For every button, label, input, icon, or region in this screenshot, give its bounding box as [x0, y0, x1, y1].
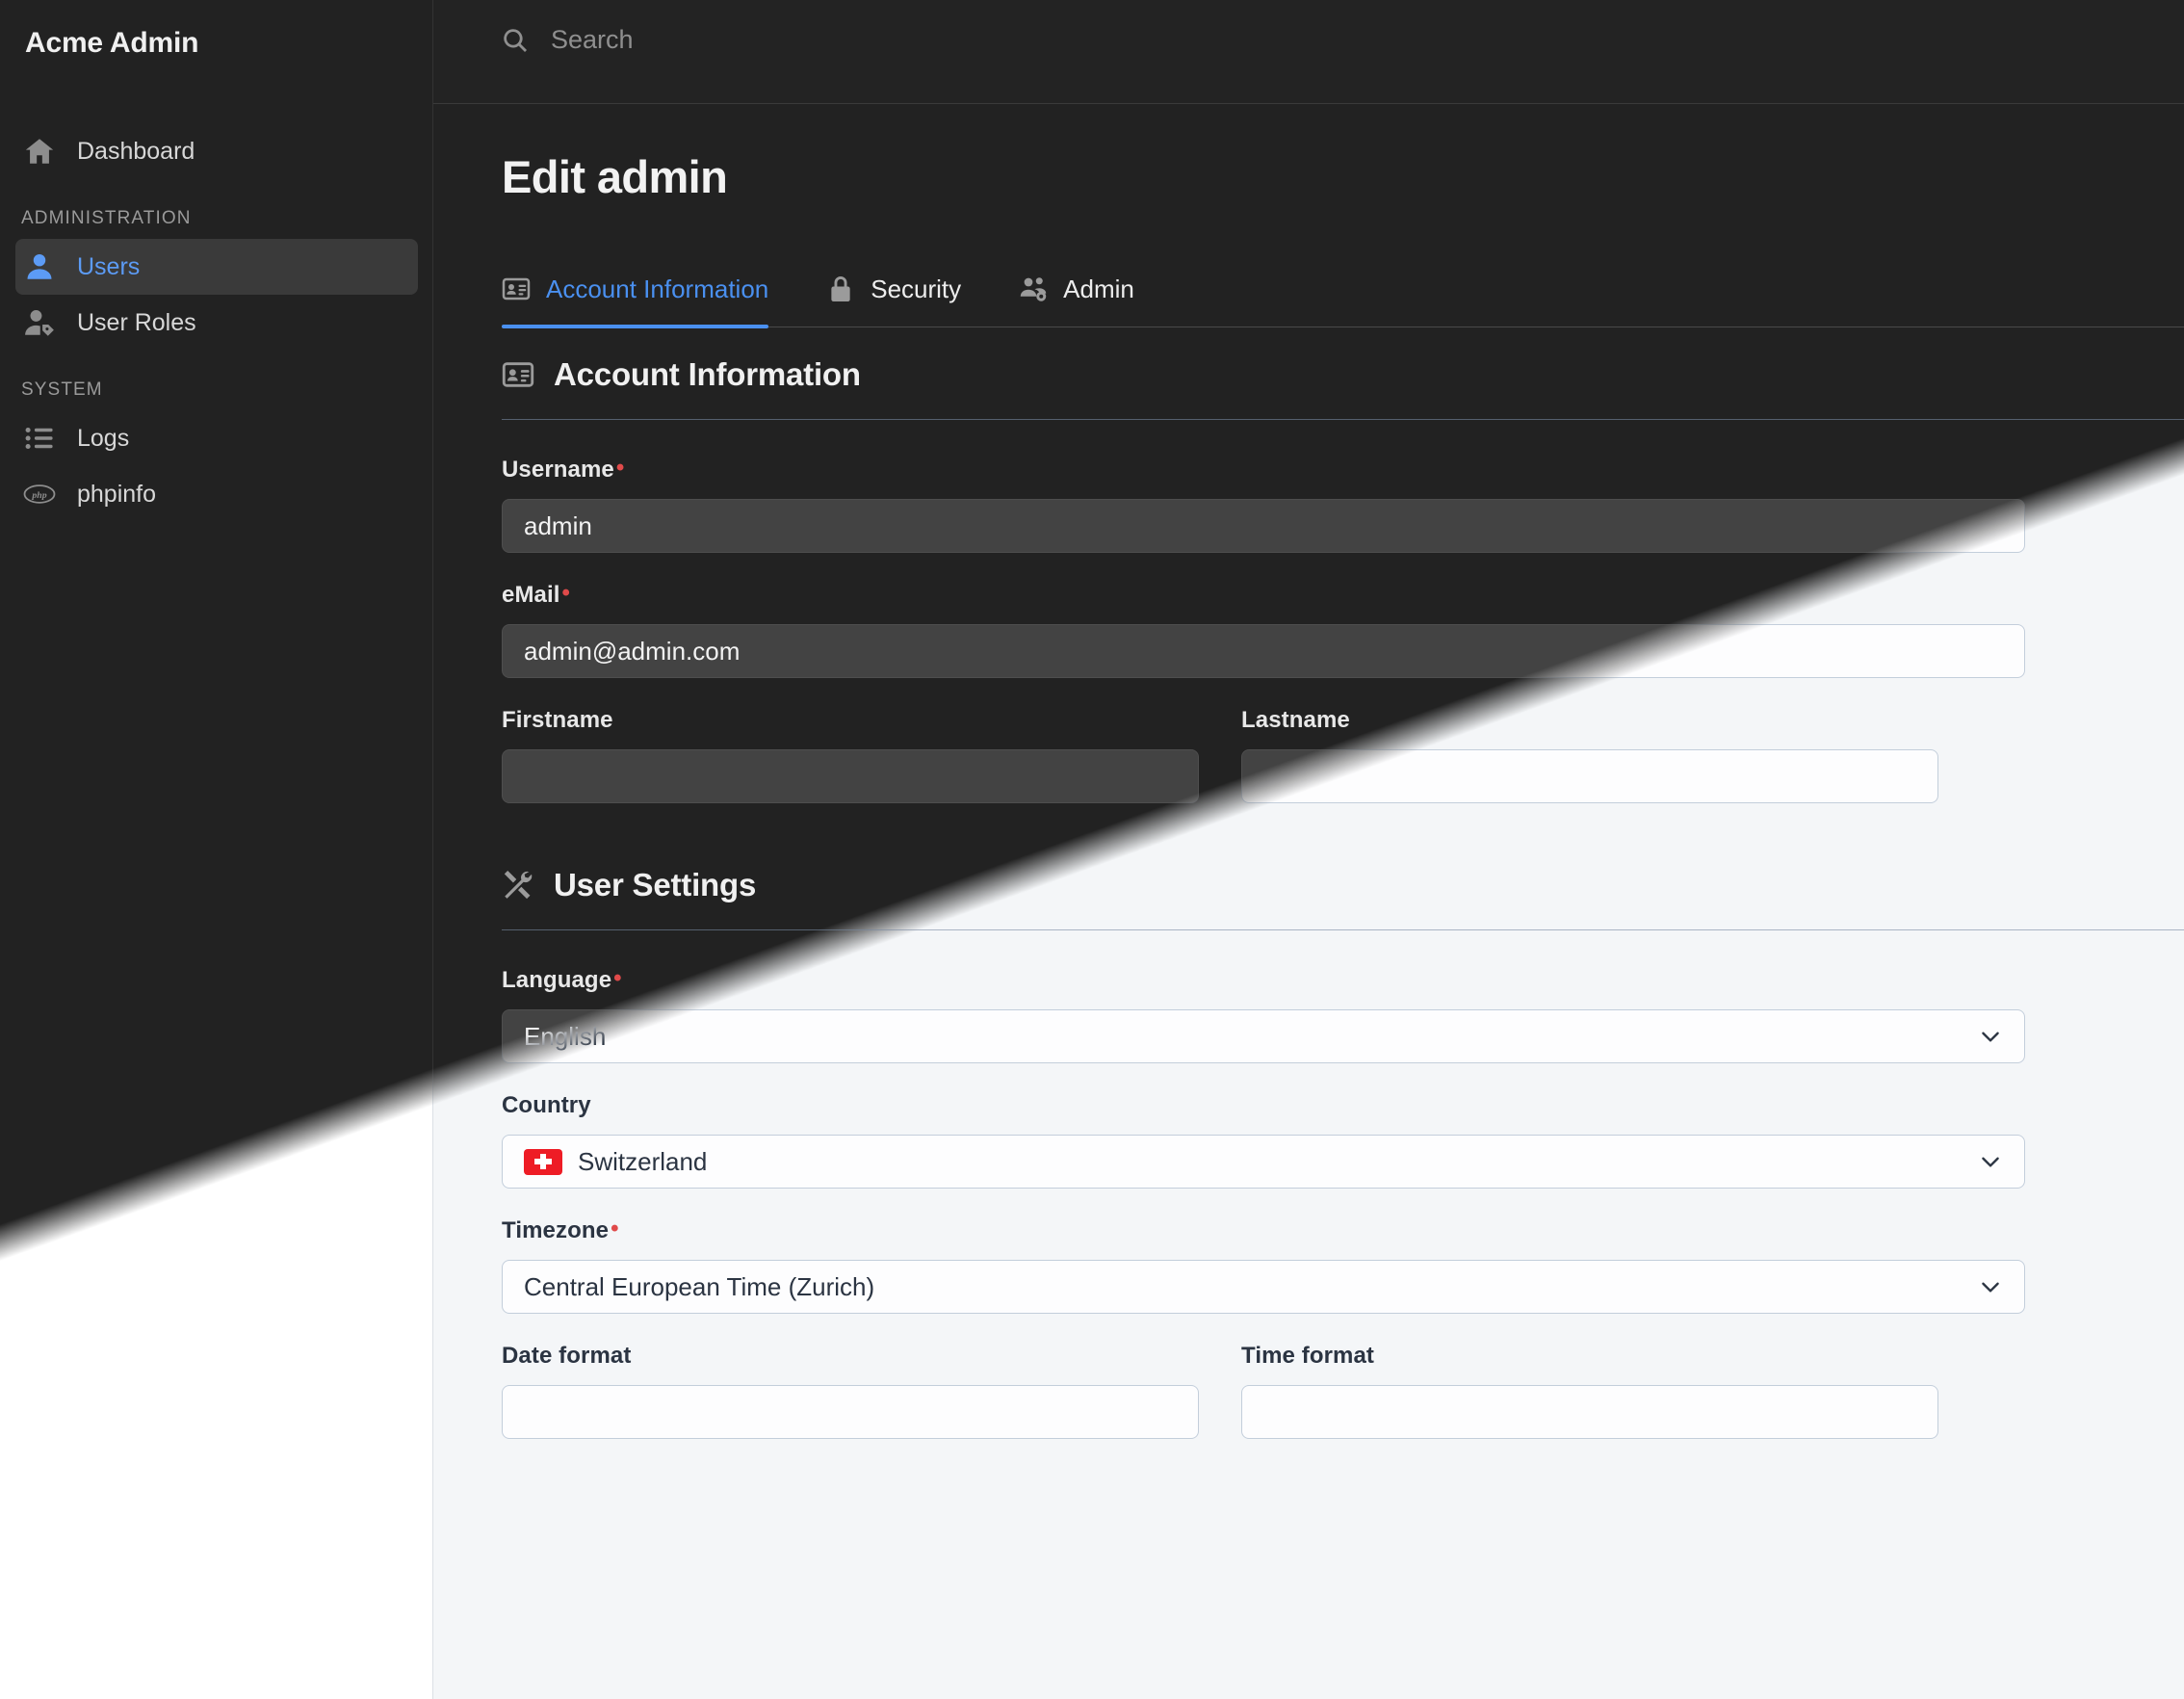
app-brand: Acme Admin	[25, 27, 199, 59]
sidebar-item-users[interactable]: Users	[15, 239, 418, 295]
country-label: Country	[502, 1092, 591, 1118]
section-title: Account Information	[554, 356, 861, 392]
svg-text:php: php	[31, 490, 46, 501]
home-icon	[21, 133, 58, 170]
user-icon	[21, 248, 58, 285]
main-content: Edit admin Account Information Security	[433, 104, 2184, 1699]
lastname-label: Lastname	[1241, 707, 1350, 733]
firstname-input[interactable]	[502, 749, 1199, 803]
tab-label: Admin	[1063, 274, 1134, 303]
firstname-label: Firstname	[502, 707, 613, 733]
required-marker: •	[615, 455, 625, 481]
country-select[interactable]: Switzerland	[502, 1135, 2025, 1189]
sidebar-item-label: Users	[77, 252, 141, 280]
id-card-icon	[502, 358, 534, 391]
name-row: Firstname Lastname	[502, 707, 2184, 803]
sidebar-section-administration: ADMINISTRATION	[21, 208, 192, 228]
section-user-settings: User Settings	[502, 867, 2184, 903]
date-format-select[interactable]	[502, 1385, 1199, 1439]
php-icon: php	[21, 476, 58, 512]
chevron-down-icon	[1978, 1149, 2003, 1174]
tab-bar: Account Information Security Admin	[502, 268, 2184, 328]
search-input[interactable]	[551, 25, 1032, 55]
section-account-information: Account Information	[502, 356, 2184, 393]
search-icon	[501, 26, 530, 55]
sidebar-item-dashboard[interactable]: Dashboard	[15, 123, 418, 179]
username-input[interactable]: admin	[502, 499, 2025, 553]
tab-admin[interactable]: Admin	[1019, 268, 1134, 327]
tab-label: Account Information	[546, 274, 769, 303]
top-bar	[433, 0, 2184, 104]
required-marker: •	[613, 965, 622, 991]
switzerland-flag-icon	[524, 1148, 562, 1175]
sidebar-item-phpinfo[interactable]: php phpinfo	[15, 466, 418, 522]
dark-theme-layer: Acme Admin Dashboard ADMINISTRATION User…	[0, 0, 2184, 1699]
time-format-select[interactable]	[1241, 1385, 1938, 1439]
sidebar: Acme Admin Dashboard ADMINISTRATION User…	[0, 0, 433, 1699]
sidebar-item-label: Dashboard	[77, 137, 195, 165]
email-label: eMail•	[502, 580, 571, 609]
country-value: Switzerland	[578, 1146, 708, 1176]
user-tag-icon	[21, 304, 58, 341]
format-row: Date format Time format	[502, 1343, 2184, 1439]
date-format-label: Date format	[502, 1343, 632, 1369]
lock-icon	[826, 274, 855, 303]
page-title: Edit admin	[502, 151, 728, 202]
search-box[interactable]	[501, 25, 1032, 55]
required-marker: •	[561, 580, 571, 606]
section-title: User Settings	[554, 867, 757, 902]
username-label: Username•	[502, 455, 625, 484]
tab-security[interactable]: Security	[826, 268, 961, 327]
email-input[interactable]: admin@admin.com	[502, 624, 2025, 678]
app-window: Acme Admin Dashboard ADMINISTRATION User…	[0, 0, 2184, 1699]
id-card-icon	[502, 274, 531, 303]
form-content: Account Information Username• admin eMai…	[502, 356, 2184, 1699]
language-select[interactable]: English	[502, 1009, 2025, 1063]
lastname-input[interactable]	[1241, 749, 1938, 803]
list-icon	[21, 420, 58, 457]
sidebar-nav: Dashboard ADMINISTRATION Users User Role…	[0, 123, 433, 522]
sidebar-item-label: phpinfo	[77, 480, 157, 508]
tab-account-information[interactable]: Account Information	[502, 268, 769, 328]
timezone-label: Timezone•	[502, 1215, 619, 1244]
timezone-select[interactable]: Central European Time (Zurich)	[502, 1260, 2025, 1314]
chevron-down-icon	[1978, 1024, 2003, 1049]
tools-icon	[502, 869, 534, 902]
users-gear-icon	[1019, 274, 1048, 303]
sidebar-item-label: Logs	[77, 424, 130, 452]
chevron-down-icon	[1978, 1274, 2003, 1299]
sidebar-item-label: User Roles	[77, 308, 196, 336]
timezone-value: Central European Time (Zurich)	[524, 1271, 875, 1301]
language-value: English	[524, 1021, 607, 1051]
sidebar-section-system: SYSTEM	[21, 379, 103, 400]
required-marker: •	[611, 1215, 619, 1242]
time-format-label: Time format	[1241, 1343, 1375, 1369]
sidebar-item-user-roles[interactable]: User Roles	[15, 295, 418, 351]
language-label: Language•	[502, 965, 622, 994]
tab-label: Security	[871, 274, 962, 303]
sidebar-item-logs[interactable]: Logs	[15, 410, 418, 466]
